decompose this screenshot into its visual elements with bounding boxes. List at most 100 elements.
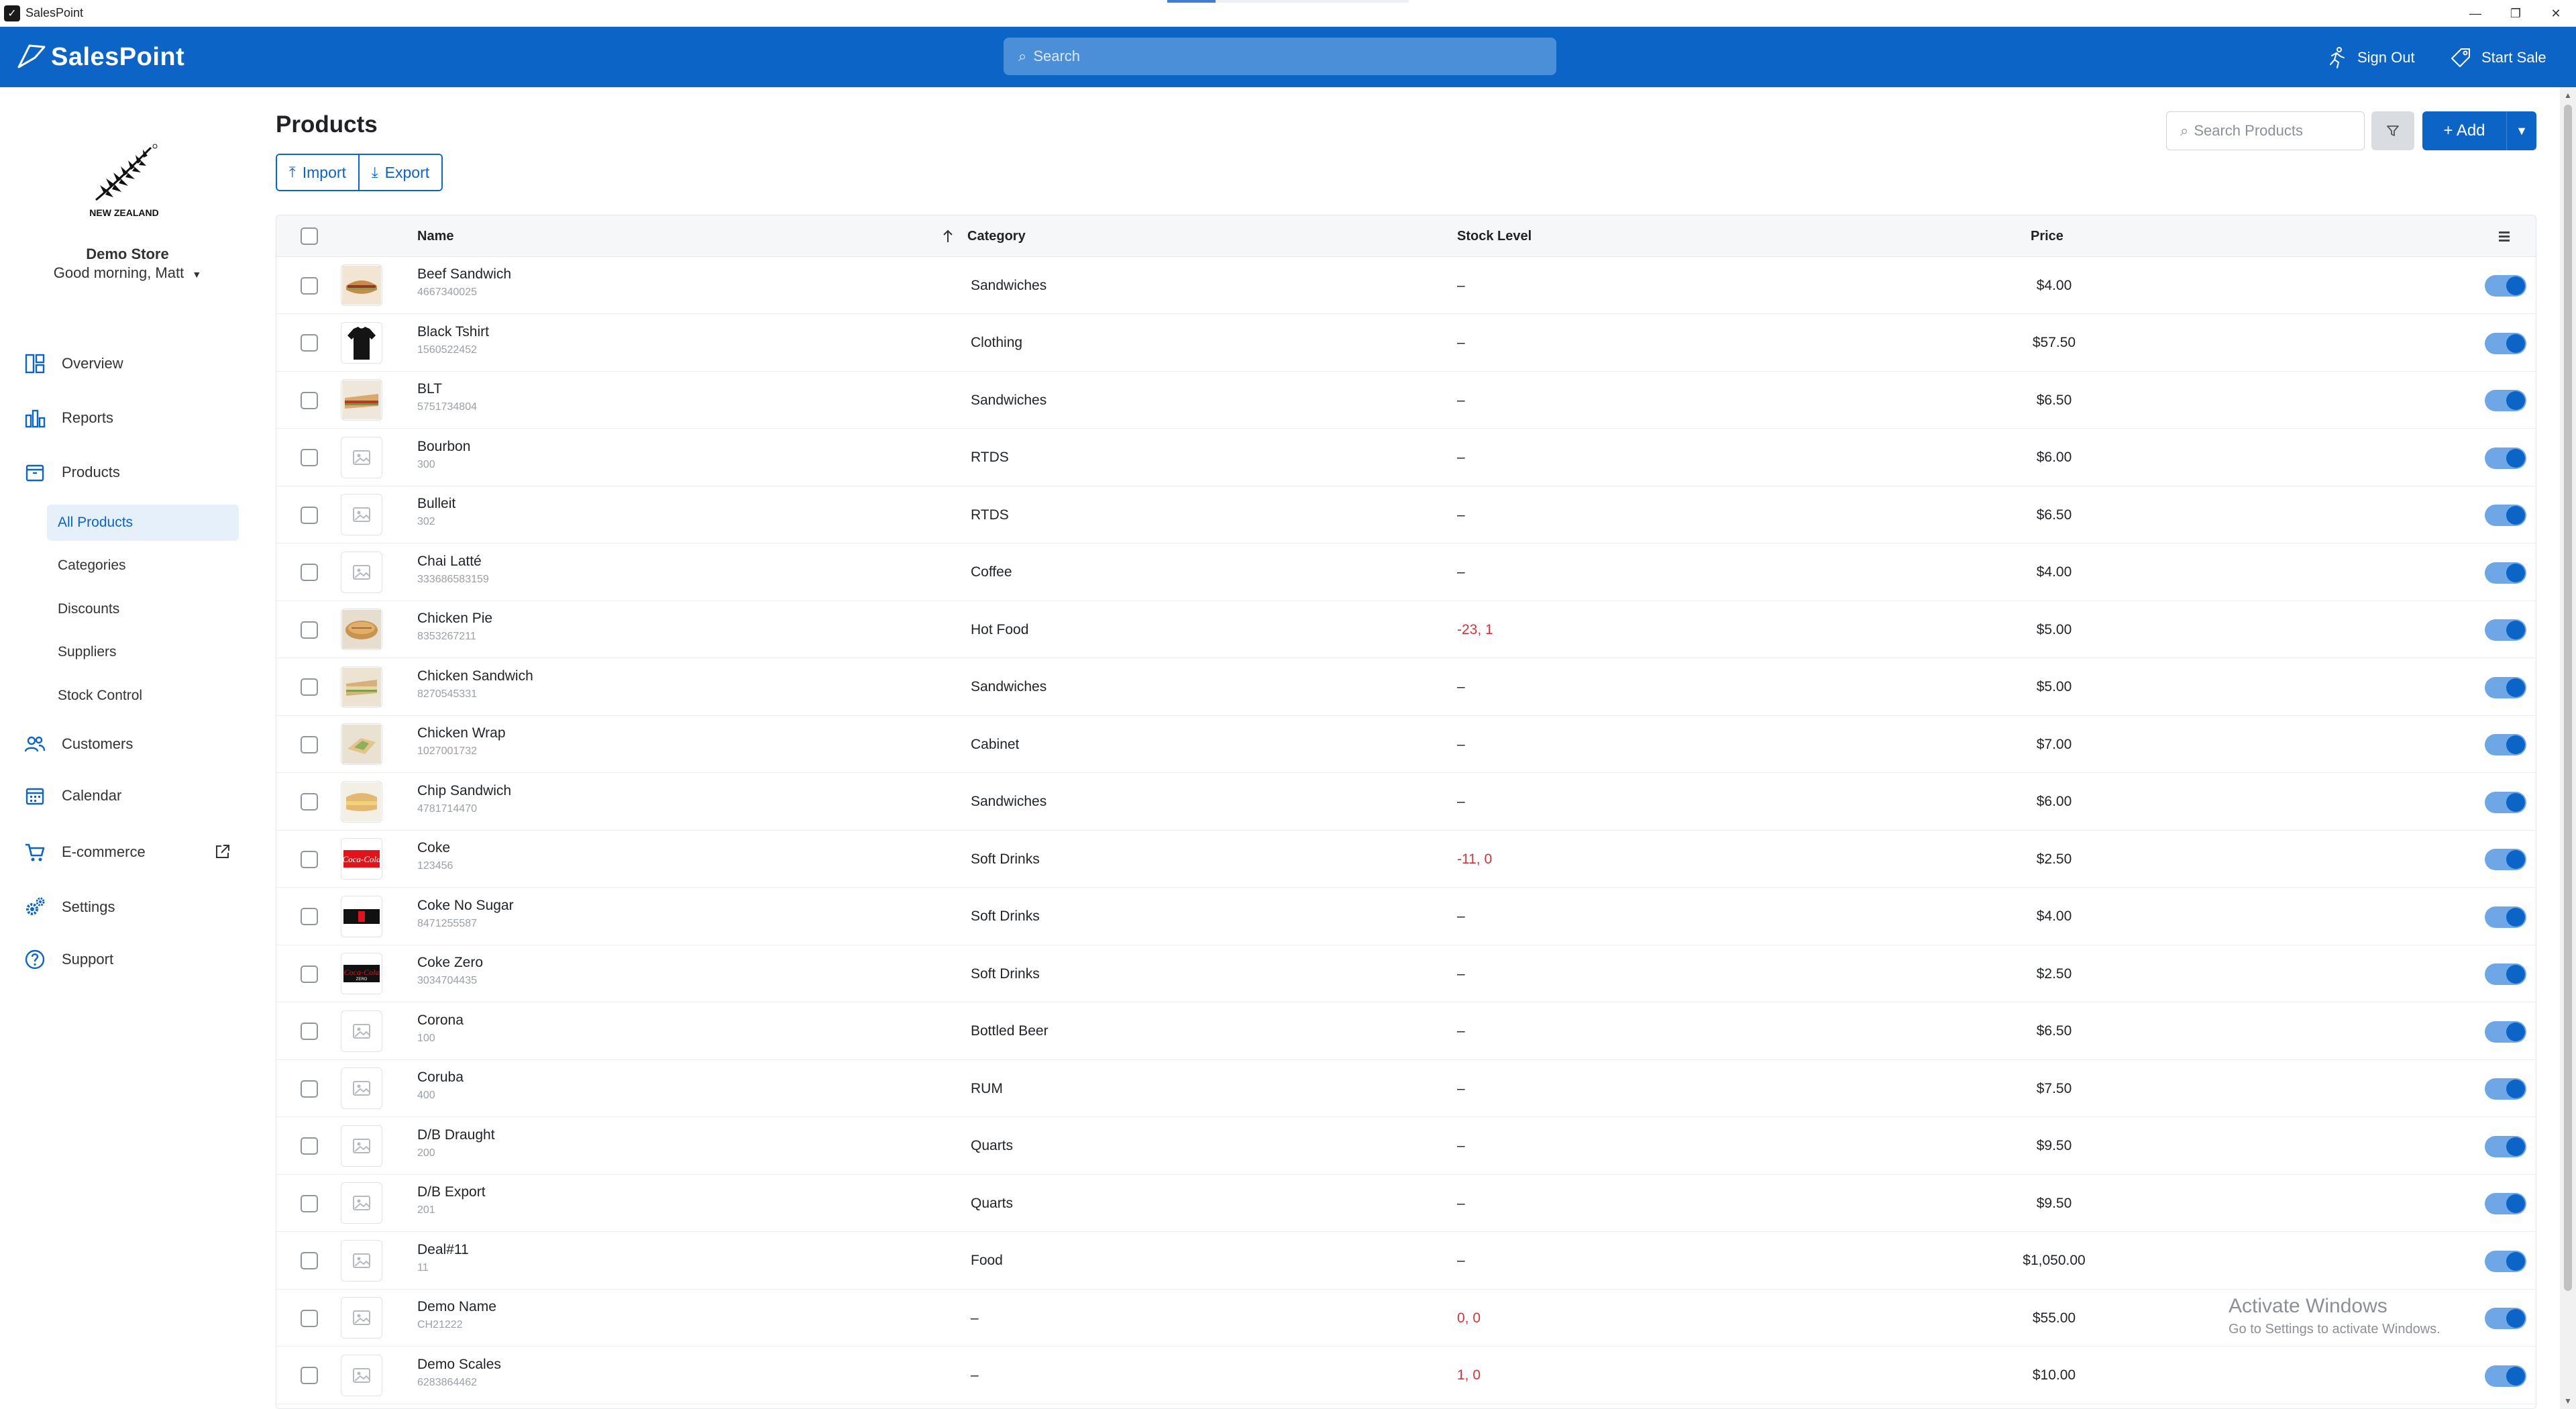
product-name[interactable]: Chip Sandwich xyxy=(417,783,511,799)
product-active-toggle[interactable] xyxy=(2485,1078,2526,1100)
product-name[interactable]: Bulleit xyxy=(417,496,455,512)
nav-products[interactable]: Products xyxy=(24,458,120,487)
row-checkbox[interactable] xyxy=(301,564,318,581)
row-checkbox[interactable] xyxy=(301,735,318,753)
product-active-toggle[interactable] xyxy=(2485,906,2526,928)
import-button[interactable]: ⤒ Import xyxy=(277,155,358,190)
sidebar-item-suppliers[interactable]: Suppliers xyxy=(47,634,239,670)
sign-out-button[interactable]: Sign Out xyxy=(2325,43,2415,72)
nav-reports[interactable]: Reports xyxy=(24,403,113,433)
product-active-toggle[interactable] xyxy=(2485,619,2526,641)
row-checkbox[interactable] xyxy=(301,621,318,639)
product-name[interactable]: Chicken Pie xyxy=(417,611,492,627)
product-active-toggle[interactable] xyxy=(2485,734,2526,755)
scroll-down-icon[interactable]: ▼ xyxy=(2560,1393,2576,1409)
product-search-box[interactable]: ⌕ xyxy=(2166,111,2365,150)
table-row[interactable]: Coke No Sugar 8471255587 Soft Drinks – $4.00 xyxy=(276,888,2536,945)
table-row[interactable]: Coca-Cola Coke 123456 Soft Drinks -11, 0 $2.5… xyxy=(276,831,2536,888)
product-name[interactable]: Beef Sandwich xyxy=(417,266,511,282)
nav-settings[interactable]: Settings xyxy=(24,892,115,922)
select-all-checkbox[interactable] xyxy=(301,227,318,245)
row-checkbox[interactable] xyxy=(301,506,318,524)
minimize-icon[interactable]: — xyxy=(2455,0,2496,27)
row-checkbox[interactable] xyxy=(301,334,318,352)
product-active-toggle[interactable] xyxy=(2485,332,2526,354)
product-name[interactable]: Demo Name xyxy=(417,1299,496,1315)
product-active-toggle[interactable] xyxy=(2485,1365,2526,1387)
column-settings-icon[interactable] xyxy=(2497,215,2512,257)
product-name[interactable]: Coruba xyxy=(417,1069,464,1086)
product-name[interactable]: D/B Draught xyxy=(417,1127,495,1143)
product-name[interactable]: Deal#11 xyxy=(417,1242,469,1258)
row-checkbox[interactable] xyxy=(301,1367,318,1384)
product-name[interactable]: D/B Export xyxy=(417,1184,486,1200)
row-checkbox[interactable] xyxy=(301,1023,318,1040)
table-row[interactable]: Bulleit 302 RTDS – $6.50 xyxy=(276,486,2536,543)
global-search-input[interactable] xyxy=(1033,48,1503,65)
product-active-toggle[interactable] xyxy=(2485,562,2526,584)
column-category[interactable]: Category xyxy=(967,215,1026,257)
scroll-up-icon[interactable]: ▲ xyxy=(2560,87,2576,103)
product-search-input[interactable] xyxy=(2194,122,2349,140)
column-name[interactable]: Name xyxy=(417,215,453,257)
column-price[interactable]: Price xyxy=(2031,215,2063,257)
product-active-toggle[interactable] xyxy=(2485,1135,2526,1157)
row-checkbox[interactable] xyxy=(301,793,318,811)
nav-support[interactable]: Support xyxy=(24,945,113,974)
row-checkbox[interactable] xyxy=(301,908,318,925)
row-checkbox[interactable] xyxy=(301,391,318,409)
row-checkbox[interactable] xyxy=(301,850,318,868)
product-name[interactable]: Demo Scales xyxy=(417,1357,501,1373)
brand-logo[interactable]: SalesPoint xyxy=(15,40,184,74)
table-row[interactable]: D/B Draught 200 Quarts – $9.50 xyxy=(276,1118,2536,1175)
table-row[interactable]: Bourbon 300 RTDS – $6.00 xyxy=(276,429,2536,486)
row-checkbox[interactable] xyxy=(301,1309,318,1327)
product-active-toggle[interactable] xyxy=(2485,505,2526,526)
table-row[interactable]: Chai Latté 333686583159 Coffee – $4.00 xyxy=(276,544,2536,601)
row-checkbox[interactable] xyxy=(301,449,318,466)
sidebar-item-categories[interactable]: Categories xyxy=(47,547,239,584)
row-checkbox[interactable] xyxy=(301,1137,318,1155)
product-name[interactable]: Bourbon xyxy=(417,439,470,455)
product-name[interactable]: Chai Latté xyxy=(417,554,489,570)
product-active-toggle[interactable] xyxy=(2485,963,2526,985)
product-name[interactable]: Chicken Wrap xyxy=(417,725,506,741)
table-row[interactable]: Black Tshirt 1560522452 Clothing – $57.50 xyxy=(276,315,2536,372)
sort-ascending-icon[interactable] xyxy=(942,215,954,257)
table-row[interactable]: Chicken Wrap 1027001732 Cabinet – $7.00 xyxy=(276,716,2536,773)
add-product-button[interactable]: + Add xyxy=(2422,111,2507,150)
row-checkbox[interactable] xyxy=(301,1252,318,1269)
table-row[interactable]: BLT 5751734804 Sandwiches – $6.50 xyxy=(276,372,2536,429)
sidebar-item-stock-control[interactable]: Stock Control xyxy=(47,678,239,714)
product-active-toggle[interactable] xyxy=(2485,849,2526,870)
external-link-icon[interactable] xyxy=(213,842,232,861)
export-button[interactable]: ⤓ Export xyxy=(358,155,442,190)
table-row[interactable]: Demo Name CH21222 – 0, 0 $55.00 xyxy=(276,1290,2536,1347)
row-checkbox[interactable] xyxy=(301,965,318,983)
table-row[interactable]: Coca-Cola ZERO Coke Zero 3034704435 Soft Dri… xyxy=(276,945,2536,1002)
product-active-toggle[interactable] xyxy=(2485,275,2526,297)
start-sale-button[interactable]: Start Sale xyxy=(2449,43,2546,72)
product-active-toggle[interactable] xyxy=(2485,447,2526,469)
product-active-toggle[interactable] xyxy=(2485,791,2526,813)
global-search-box[interactable]: ⌕ xyxy=(1004,38,1556,75)
product-name[interactable]: Coke No Sugar xyxy=(417,898,514,914)
filter-button[interactable] xyxy=(2371,111,2414,150)
product-active-toggle[interactable] xyxy=(2485,1250,2526,1272)
nav-ecommerce[interactable]: E-commerce xyxy=(24,837,146,867)
restore-icon[interactable]: ❐ xyxy=(2496,0,2536,27)
product-name[interactable]: Black Tshirt xyxy=(417,324,489,340)
table-row[interactable]: Coruba 400 RUM – $7.50 xyxy=(276,1060,2536,1117)
product-active-toggle[interactable] xyxy=(2485,676,2526,698)
product-name[interactable]: Coke Zero xyxy=(417,955,483,971)
product-name[interactable]: Corona xyxy=(417,1012,464,1029)
nav-calendar[interactable]: Calendar xyxy=(24,781,121,811)
nav-customers[interactable]: Customers xyxy=(24,729,133,759)
product-active-toggle[interactable] xyxy=(2485,1308,2526,1329)
table-row[interactable]: Chicken Pie 8353267211 Hot Food -23, 1 $5.00 xyxy=(276,601,2536,658)
row-checkbox[interactable] xyxy=(301,276,318,295)
sidebar-item-discounts[interactable]: Discounts xyxy=(47,591,239,627)
nav-overview[interactable]: Overview xyxy=(24,349,123,378)
row-checkbox[interactable] xyxy=(301,1080,318,1098)
product-name[interactable]: BLT xyxy=(417,381,477,397)
